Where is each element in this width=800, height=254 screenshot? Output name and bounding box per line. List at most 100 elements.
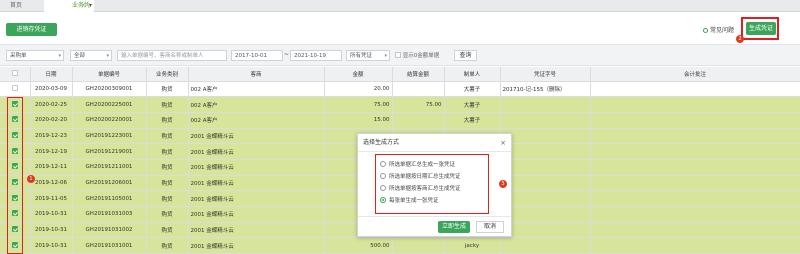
- row-select-cell[interactable]: [0, 190, 31, 207]
- chevron-down-icon: ▾: [384, 53, 387, 59]
- row-checkbox-checked[interactable]: [11, 178, 18, 185]
- help-link[interactable]: 常见问题: [703, 27, 734, 35]
- row-select-cell[interactable]: [0, 159, 31, 176]
- help-icon: [703, 28, 708, 33]
- cell-party: 2001 金蝶精斗云: [188, 143, 325, 160]
- radio-button[interactable]: [380, 173, 386, 179]
- row-select-cell[interactable]: [0, 112, 31, 129]
- cell-note: [590, 128, 800, 145]
- row-select-cell[interactable]: [0, 81, 31, 98]
- cell-party: 2001 金蝶精斗云: [188, 206, 325, 223]
- cell-voucher-no: [500, 190, 591, 207]
- row-checkbox-checked[interactable]: [11, 147, 18, 154]
- row-checkbox-checked[interactable]: [11, 131, 18, 138]
- cell-settle-amount: [392, 237, 445, 254]
- row-select-cell[interactable]: [0, 143, 31, 160]
- tab-close-icon[interactable]: ×: [81, 0, 86, 12]
- cell-amount: 15.00: [324, 112, 393, 129]
- close-icon[interactable]: ×: [500, 134, 506, 152]
- cell-note: [590, 190, 800, 207]
- select-all-header[interactable]: [0, 67, 31, 82]
- row-select-cell[interactable]: [0, 175, 31, 192]
- mode-option-label: 所选单据按日期汇总生成凭证: [389, 174, 461, 180]
- cell-party: 002 A客户: [188, 81, 325, 98]
- cell-date: 2019-10-31: [30, 222, 73, 239]
- dialog-title: 选择生成方式: [363, 139, 400, 146]
- show-zero-checkbox[interactable]: 显示0金额单据: [395, 51, 439, 59]
- voucher-filter-value: 所有凭证: [350, 53, 373, 59]
- cell-voucher-no: [500, 143, 591, 160]
- mode-option[interactable]: 所选单据按日期汇总生成凭证: [376, 171, 488, 183]
- cell-doc-no: GH20191031003: [72, 206, 147, 223]
- mode-option[interactable]: 所选单据按客商汇总生成凭证: [376, 183, 488, 195]
- checkbox[interactable]: [395, 52, 401, 58]
- row-checkbox-checked[interactable]: [11, 241, 18, 248]
- row-checkbox-checked[interactable]: [11, 194, 18, 201]
- chevron-down-icon: ▾: [106, 53, 109, 59]
- row-select-cell[interactable]: [0, 237, 31, 254]
- mode-option[interactable]: 所选单据汇总生成一张凭证: [376, 159, 488, 171]
- header-party[interactable]: 客商: [188, 67, 325, 82]
- table-row[interactable]: 2020-02-20 GH20200220001 购货 002 A客户 15.00 大薯子: [0, 112, 800, 129]
- tab-dropdown-icon[interactable]: ▾: [89, 0, 92, 12]
- cell-doc-no: GH20191105001: [72, 190, 147, 207]
- row-checkbox-checked[interactable]: [11, 226, 18, 233]
- header-category[interactable]: 业务类别: [146, 67, 189, 82]
- query-button[interactable]: 查询: [454, 50, 477, 61]
- cell-category: 购货: [146, 222, 189, 239]
- cell-category: 购货: [146, 81, 189, 98]
- cell-date: 2019-12-11: [30, 159, 73, 176]
- header-note[interactable]: 会计批注: [590, 67, 800, 82]
- cell-note: [590, 175, 800, 192]
- table-header-row: 日期 单据编号 业务类别 客商 金额 结算金额 制单人 凭证字号 会计批注: [0, 67, 800, 82]
- cancel-button[interactable]: 取消: [476, 221, 504, 233]
- scope-select[interactable]: 全部 ▾: [70, 50, 112, 61]
- annotation-badge-3: 3: [499, 180, 507, 188]
- inventory-voucher-button[interactable]: 进销存凭证: [6, 23, 57, 36]
- row-checkbox-checked[interactable]: [11, 116, 18, 123]
- radio-button[interactable]: [380, 161, 386, 167]
- cell-party: 2001 金蝶精斗云: [188, 175, 325, 192]
- row-select-cell[interactable]: [0, 222, 31, 239]
- generate-voucher-button[interactable]: 生成凭证: [746, 22, 776, 35]
- radio-button-selected[interactable]: [380, 197, 386, 203]
- cell-category: 购货: [146, 237, 189, 254]
- table-row[interactable]: 2020-02-25 GH20200225001 购货 002 A客户 75.00 75.…: [0, 96, 800, 113]
- tab-business-voucher[interactable]: 业务凭证: [44, 0, 94, 21]
- voucher-filter-select[interactable]: 所有凭证 ▾: [346, 50, 390, 61]
- row-checkbox-checked[interactable]: [11, 100, 18, 107]
- cell-party: 002 A客户: [188, 112, 325, 129]
- cell-category: 购货: [146, 143, 189, 160]
- header-doc-no[interactable]: 单据编号: [72, 67, 147, 82]
- row-checkbox-checked[interactable]: [11, 210, 18, 217]
- row-select-cell[interactable]: [0, 96, 31, 113]
- generate-now-button[interactable]: 立即生成: [438, 221, 470, 233]
- row-checkbox-checked[interactable]: [11, 163, 18, 170]
- tab-home[interactable]: 首页: [10, 0, 22, 12]
- header-amount[interactable]: 金额: [324, 67, 393, 82]
- header-settle-amount[interactable]: 结算金额: [392, 67, 445, 82]
- cell-note: [590, 237, 800, 254]
- cell-note: [590, 206, 800, 223]
- mode-option[interactable]: 每张单生成一张凭证: [376, 195, 488, 207]
- cell-party: 2001 金蝶精斗云: [188, 159, 325, 176]
- date-to-input[interactable]: 2021-10-19: [290, 50, 342, 61]
- date-from-input[interactable]: 2017-10-01: [231, 50, 283, 61]
- select-all-checkbox[interactable]: [11, 69, 18, 76]
- annotation-badge-1: 1: [27, 175, 35, 183]
- row-select-cell[interactable]: [0, 206, 31, 223]
- header-maker[interactable]: 制单人: [444, 67, 501, 82]
- doc-type-select[interactable]: 采购单 ▾: [6, 50, 64, 61]
- cell-party: 2001 金蝶精斗云: [188, 222, 325, 239]
- header-voucher-no[interactable]: 凭证字号: [500, 67, 591, 82]
- cell-doc-no: GH20200309001: [72, 81, 147, 98]
- header-date[interactable]: 日期: [30, 67, 73, 82]
- table-row[interactable]: 2019-10-31 GH20191031001 购货 2001 金蝶精斗云 500.0…: [0, 237, 800, 254]
- row-select-cell[interactable]: [0, 128, 31, 145]
- row-checkbox[interactable]: [11, 84, 18, 91]
- cell-party: 2001 金蝶精斗云: [188, 128, 325, 145]
- table-row[interactable]: 2020-03-09 GH20200309001 购货 002 A客户 20.00 大薯子…: [0, 81, 800, 98]
- radio-button[interactable]: [380, 185, 386, 191]
- search-input[interactable]: 输入单据编号、客商名称或制单人: [117, 50, 227, 61]
- cell-note: [590, 112, 800, 129]
